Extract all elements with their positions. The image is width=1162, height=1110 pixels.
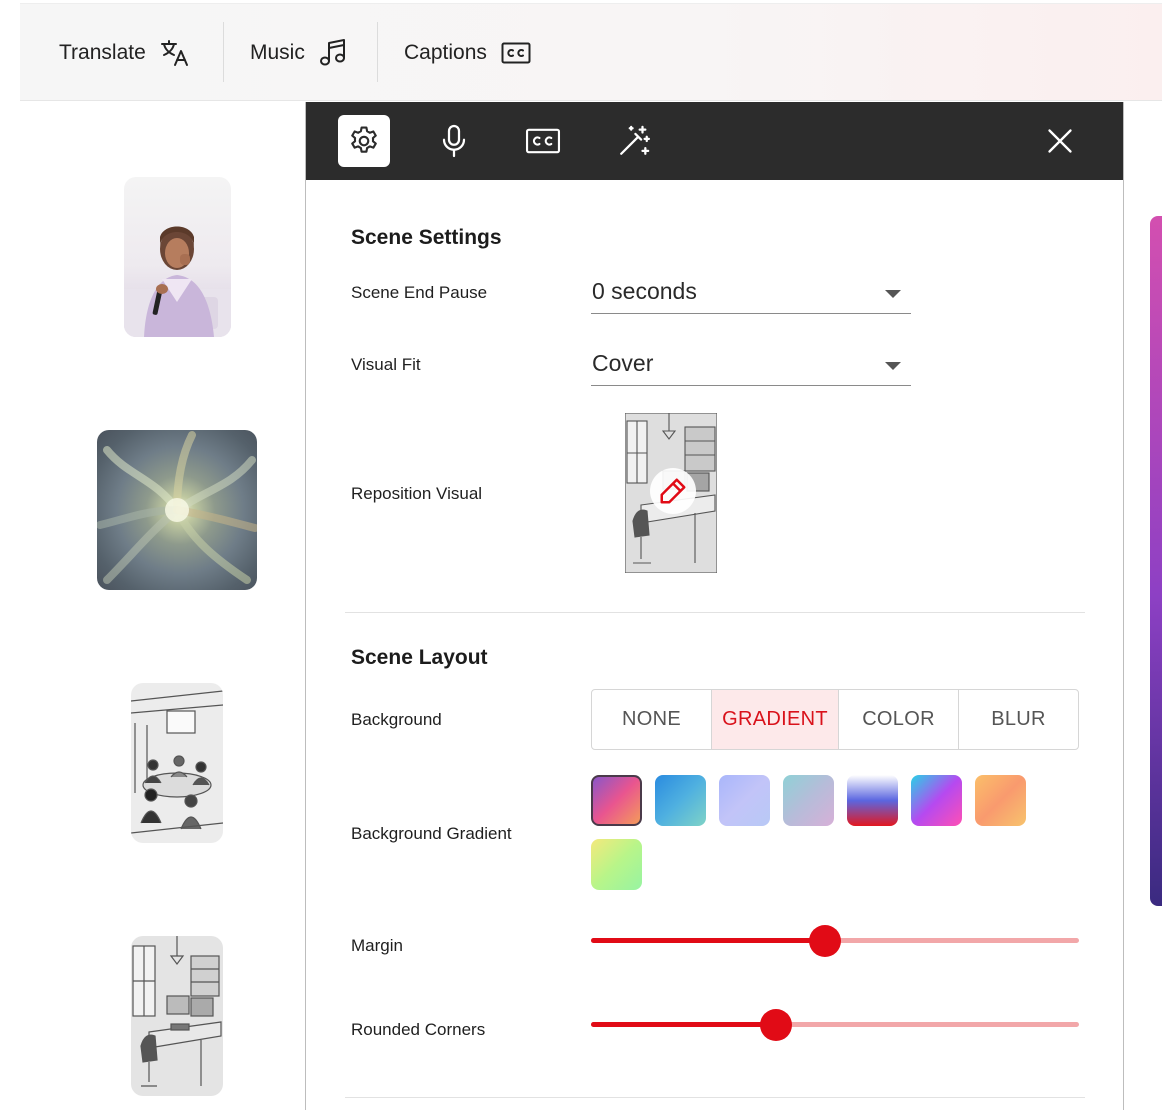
tab-effects[interactable] (608, 115, 660, 167)
reposition-visual-label: Reposition Visual (351, 484, 483, 503)
panel-header (306, 102, 1123, 180)
rounded-corners-label: Rounded Corners (351, 1020, 486, 1039)
scene-end-pause-select[interactable]: 0 seconds (591, 274, 911, 314)
scene-thumbnail-3[interactable] (131, 683, 223, 843)
scene-end-pause-value: 0 seconds (592, 278, 697, 304)
visual-fit-select[interactable]: Cover (591, 346, 911, 386)
music-button[interactable]: Music (250, 4, 347, 102)
toolbar-divider (377, 22, 378, 82)
margin-slider[interactable] (591, 925, 1079, 957)
scene-end-pause-label: Scene End Pause (351, 283, 488, 302)
visual-fit-value: Cover (592, 350, 654, 376)
section-divider (345, 612, 1085, 613)
background-option-gradient[interactable]: GRADIENT (712, 690, 839, 749)
translate-icon (160, 40, 188, 66)
gradient-swatch[interactable] (911, 775, 962, 826)
edit-overlay (650, 468, 696, 514)
gradient-swatch[interactable] (591, 839, 642, 890)
translate-label: Translate (59, 41, 146, 64)
toolbar-divider (223, 22, 224, 82)
scene-thumbnail-2[interactable] (97, 430, 257, 590)
closed-captions-icon (501, 42, 531, 64)
magic-wand-icon (620, 125, 651, 155)
pencil-icon (660, 478, 686, 504)
gradient-swatch[interactable] (847, 775, 898, 826)
slider-handle[interactable] (760, 1009, 793, 1041)
meeting-sketch-image (131, 690, 223, 834)
background-option-none[interactable]: NONE (592, 690, 712, 749)
microphone-icon (442, 124, 466, 158)
background-option-blur[interactable]: BLUR (959, 690, 1078, 749)
presenter-image (124, 226, 231, 337)
office-sketch-image (132, 936, 222, 1087)
scene-layout-title: Scene Layout (351, 646, 488, 669)
margin-label: Margin (351, 936, 403, 955)
close-icon (1048, 129, 1072, 153)
background-gradient-label: Background Gradient (351, 824, 512, 843)
preview-edge (1150, 216, 1162, 906)
section-divider (345, 1097, 1085, 1098)
captions-label: Captions (404, 41, 487, 64)
scene-thumbnail-1[interactable] (124, 177, 231, 337)
slider-fill (591, 1022, 777, 1027)
scene-settings-panel: Scene Settings Scene End Pause 0 seconds… (305, 102, 1124, 1110)
gradient-swatch[interactable] (975, 775, 1026, 826)
scene-thumbnail-4[interactable] (131, 936, 223, 1096)
captions-button[interactable]: Captions (404, 4, 531, 102)
music-label: Music (250, 41, 305, 64)
slider-handle[interactable] (809, 925, 842, 957)
music-note-icon (319, 39, 345, 66)
abstract-swirl-image (97, 431, 257, 584)
background-option-color[interactable]: COLOR (839, 690, 959, 749)
background-mode-selector: NONE GRADIENT COLOR BLUR (591, 689, 1079, 750)
tab-settings[interactable] (338, 115, 390, 167)
reposition-visual-button[interactable] (625, 413, 717, 573)
tab-captions[interactable] (517, 115, 569, 167)
gradient-swatch[interactable] (783, 775, 834, 826)
gradient-swatch[interactable] (719, 775, 770, 826)
rounded-corners-slider[interactable] (591, 1009, 1079, 1041)
top-toolbar: Translate Music Captions (20, 3, 1162, 101)
closed-captions-icon (525, 128, 561, 154)
gradient-swatch[interactable] (655, 775, 706, 826)
translate-button[interactable]: Translate (59, 4, 190, 102)
close-button[interactable] (1034, 115, 1086, 167)
gradient-swatch[interactable] (591, 775, 642, 826)
scene-settings-title: Scene Settings (351, 226, 502, 249)
background-label: Background (351, 710, 442, 729)
video-editor-page: Translate Music Captions Scene Settings … (0, 0, 1162, 1110)
tab-voice[interactable] (428, 115, 480, 167)
chevron-down-icon (885, 290, 901, 298)
gear-icon (351, 126, 377, 153)
visual-fit-label: Visual Fit (351, 355, 421, 374)
slider-fill (591, 938, 826, 943)
chevron-down-icon (885, 362, 901, 370)
